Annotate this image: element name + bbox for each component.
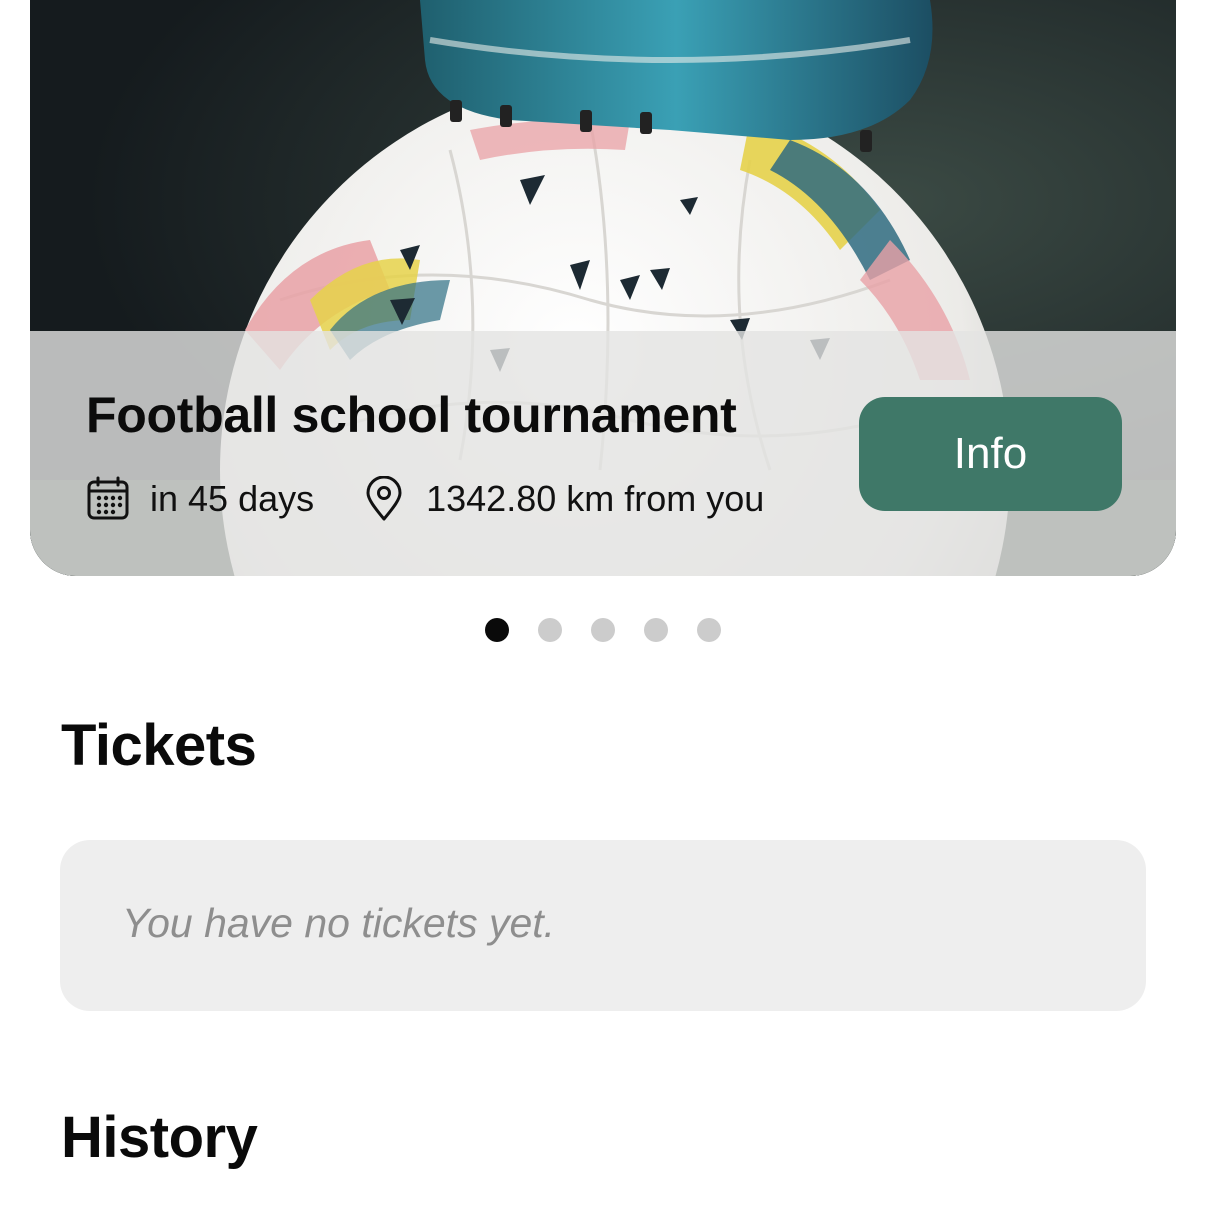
history-heading: History <box>61 1105 258 1170</box>
location-pin-icon <box>366 476 402 521</box>
event-meta: in 45 days 1342.80 km from you <box>86 474 764 524</box>
tickets-empty-text: You have no tickets yet. <box>122 900 556 946</box>
pager-dot[interactable] <box>591 618 615 642</box>
pager-dot[interactable] <box>697 618 721 642</box>
pager-dot[interactable] <box>644 618 668 642</box>
event-title: Football school tournament <box>86 387 737 443</box>
event-card[interactable]: Football school tournament in 45 days 13… <box>30 0 1176 576</box>
pager-dot[interactable] <box>538 618 562 642</box>
event-date-text: in 45 days <box>150 478 315 519</box>
event-distance-text: 1342.80 km from you <box>426 478 765 519</box>
calendar-icon <box>87 476 129 520</box>
tickets-empty-state: You have no tickets yet. <box>60 840 1146 1011</box>
carousel-pager <box>0 618 1206 642</box>
tickets-heading: Tickets <box>61 713 257 778</box>
pager-dot[interactable] <box>485 618 509 642</box>
info-button[interactable]: Info <box>859 397 1122 511</box>
